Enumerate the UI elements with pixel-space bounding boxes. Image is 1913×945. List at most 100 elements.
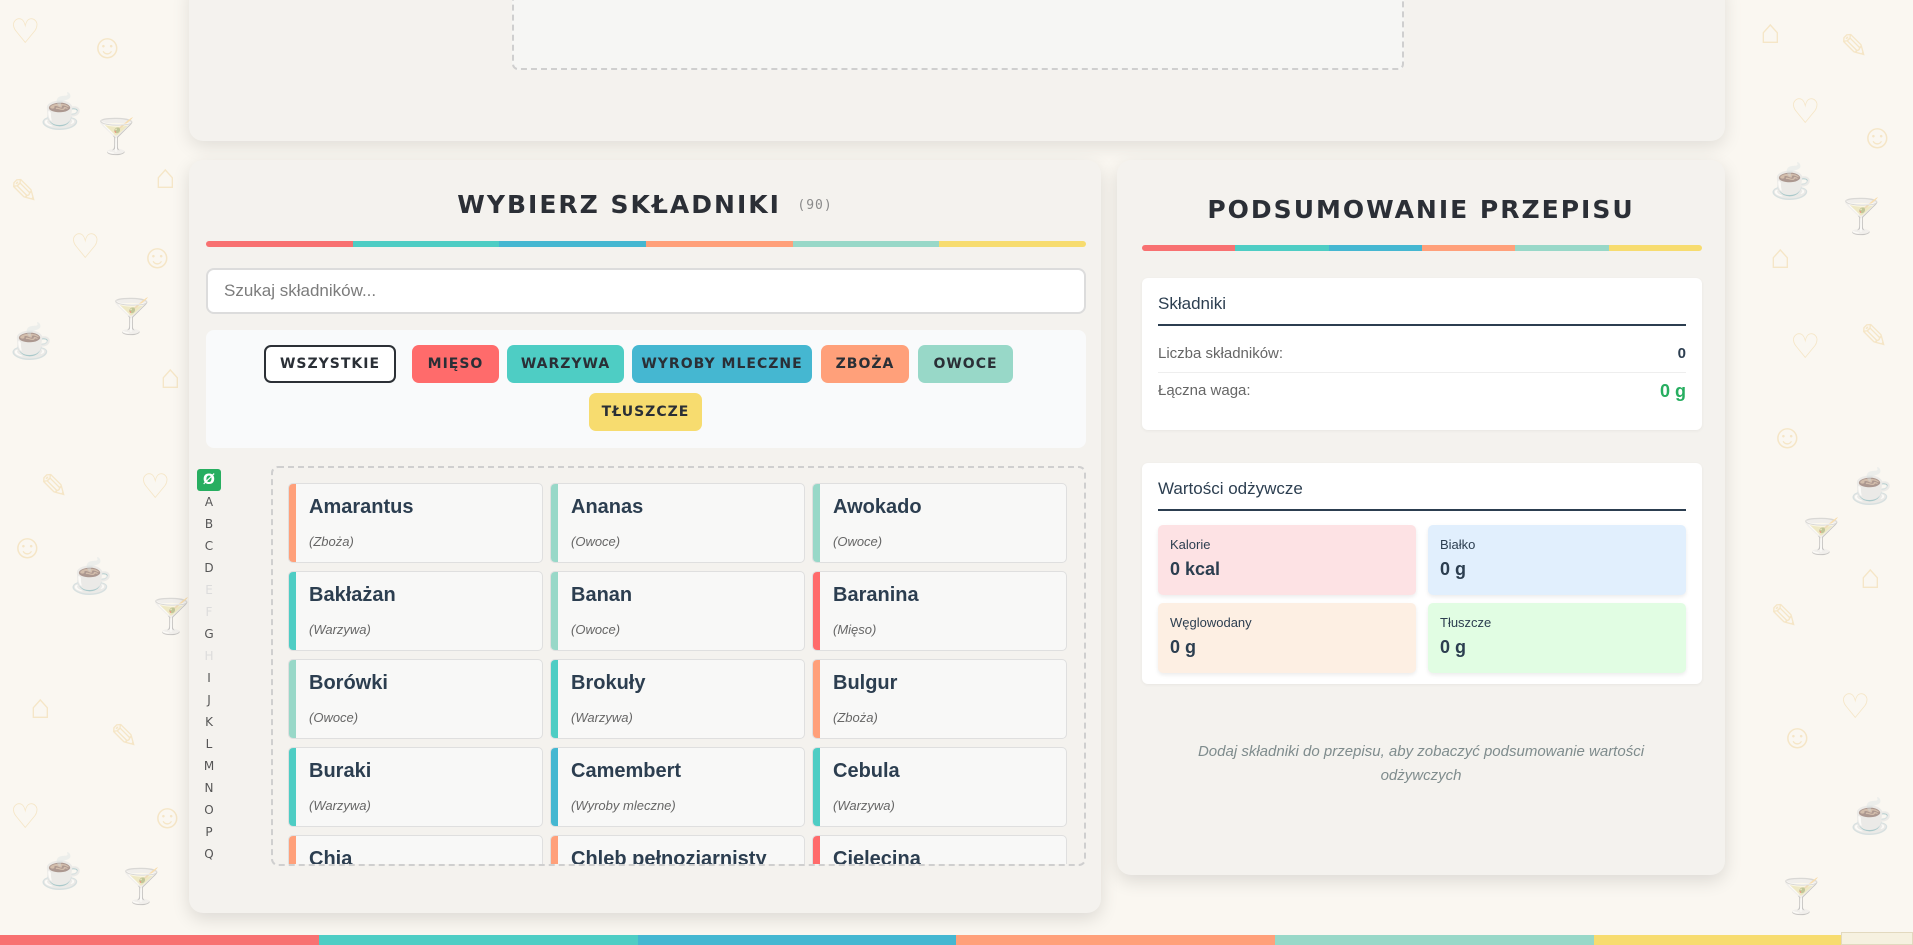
category-color-bar xyxy=(289,836,296,864)
letter-g[interactable]: G xyxy=(197,623,221,645)
utensils-icon: ✎ xyxy=(1860,318,1889,356)
letter-a[interactable]: A xyxy=(197,491,221,513)
ingredient-card[interactable]: Ananas (Owoce) xyxy=(550,483,805,563)
letter-l[interactable]: L xyxy=(197,733,221,755)
heart-icon: ♡ xyxy=(10,13,41,51)
stripe-segment xyxy=(956,935,1276,945)
chef-hat-icon: ⌂ xyxy=(1770,238,1791,276)
nutrient-label: Tłuszcze xyxy=(1440,615,1492,630)
ingredient-category: (Zboża) xyxy=(309,534,354,549)
cocktail-icon: 🍸 xyxy=(1780,878,1823,916)
ingredient-category: (Warzywa) xyxy=(309,622,371,637)
ingredient-category: (Warzywa) xyxy=(833,798,895,813)
filter-all-button[interactable]: WSZYSTKIE xyxy=(264,345,396,383)
chef-hat-icon: ⌂ xyxy=(160,358,181,396)
summary-title: PODSUMOWANIE PRZEPISU xyxy=(1207,195,1635,224)
ingredient-card[interactable]: Bulgur (Zboża) xyxy=(812,659,1067,739)
ingredient-name: Borówki xyxy=(309,672,388,694)
cocktail-icon: 🍸 xyxy=(120,868,163,906)
nutrition-section: Wartości odżywcze Kalorie 0 kcal Białko … xyxy=(1142,463,1702,684)
letter-p[interactable]: P xyxy=(197,821,221,843)
recipe-summary-panel: PODSUMOWANIE PRZEPISU Składniki Liczba s… xyxy=(1117,160,1725,875)
letter-k[interactable]: K xyxy=(197,711,221,733)
total-weight-label: Łączna waga: xyxy=(1158,382,1251,399)
letter-o[interactable]: O xyxy=(197,799,221,821)
letter-b[interactable]: B xyxy=(197,513,221,535)
stripe-segment xyxy=(206,241,353,247)
ingredient-card[interactable]: Baranina (Mięso) xyxy=(812,571,1067,651)
protein-box: Białko 0 g xyxy=(1428,525,1686,595)
teapot-icon: ☕ xyxy=(1770,163,1813,201)
category-color-bar xyxy=(813,484,820,562)
ingredient-card[interactable]: Buraki (Warzywa) xyxy=(288,747,543,827)
smiley-icon: ☺ xyxy=(1780,718,1815,756)
ingredient-name: Bakłażan xyxy=(309,584,396,606)
ingredient-count-row: Liczba składników: 0 xyxy=(1158,336,1686,373)
letter-c[interactable]: C xyxy=(197,535,221,557)
category-color-bar xyxy=(551,660,558,738)
ingredient-card[interactable]: Camembert (Wyroby mleczne) xyxy=(550,747,805,827)
ingredients-grid: Amarantus (Zboża) Ananas (Owoce) Awokado (Owo… xyxy=(271,466,1086,866)
stripe-segment xyxy=(1608,245,1702,251)
stripe-segment xyxy=(1515,245,1609,251)
ingredient-card[interactable]: Cebula (Warzywa) xyxy=(812,747,1067,827)
nutrient-value: 0 g xyxy=(1440,559,1467,579)
chef-hat-icon: ⌂ xyxy=(1760,13,1781,51)
ingredient-card[interactable]: Awokado (Owoce) xyxy=(812,483,1067,563)
stripe-segment xyxy=(1142,245,1236,251)
ingredient-card[interactable]: Brokuły (Warzywa) xyxy=(550,659,805,739)
ingredient-card[interactable]: Amarantus (Zboża) xyxy=(288,483,543,563)
filter-grains-button[interactable]: ZBOŻA xyxy=(821,345,909,383)
category-filters: WSZYSTKIE MIĘSO WARZYWA WYROBY MLECZNE Z… xyxy=(206,330,1086,448)
utensils-icon: ✎ xyxy=(1840,28,1869,66)
smiley-icon: ☺ xyxy=(1860,118,1895,156)
filter-dairy-button[interactable]: WYROBY MLECZNE xyxy=(632,345,812,383)
ingredient-search-input[interactable] xyxy=(206,268,1086,314)
letter-q[interactable]: Q xyxy=(197,843,221,865)
recipe-drop-zone[interactable] xyxy=(512,0,1404,70)
filter-fruits-button[interactable]: OWOCE xyxy=(918,345,1013,383)
letter-m[interactable]: M xyxy=(197,755,221,777)
filter-meat-button[interactable]: MIĘSO xyxy=(412,345,499,383)
nutrient-label: Białko xyxy=(1440,537,1476,552)
utensils-icon: ✎ xyxy=(10,173,39,211)
utensils-icon: ✎ xyxy=(40,468,69,506)
category-color-bar xyxy=(813,660,820,738)
ingredient-card[interactable]: Banan (Owoce) xyxy=(550,571,805,651)
letter-other[interactable]: Ø xyxy=(197,469,221,491)
cocktail-icon: 🍸 xyxy=(1840,198,1883,236)
ingredient-category: (Warzywa) xyxy=(309,798,371,813)
ingredient-category: (Zboża) xyxy=(833,710,878,725)
heart-icon: ♡ xyxy=(1790,328,1821,366)
corner-tab[interactable] xyxy=(1841,932,1913,945)
ingredient-card[interactable]: Cielęcina xyxy=(812,835,1067,866)
ingredient-name: Cielęcina xyxy=(833,848,921,866)
category-color-bar xyxy=(551,748,558,826)
stripe-segment xyxy=(1328,245,1422,251)
letter-j[interactable]: J xyxy=(197,689,221,711)
alphabet-nav: ØABCDEFGHIJKLMNOPQ xyxy=(197,469,221,865)
ingredient-name: Cebula xyxy=(833,760,900,782)
ingredient-name: Buraki xyxy=(309,760,372,782)
letter-h: H xyxy=(204,649,214,663)
chef-hat-icon: ⌂ xyxy=(155,158,176,196)
teapot-icon: ☕ xyxy=(1850,468,1893,506)
ingredient-name: Amarantus xyxy=(309,496,414,518)
ingredient-card[interactable]: Borówki (Owoce) xyxy=(288,659,543,739)
calories-box: Kalorie 0 kcal xyxy=(1158,525,1416,595)
total-weight-row: Łączna waga: 0 g xyxy=(1158,373,1686,409)
letter-d[interactable]: D xyxy=(197,557,221,579)
stripe-segment xyxy=(1421,245,1516,251)
filter-vegetables-button[interactable]: WARZYWA xyxy=(507,345,624,383)
ingredients-title: WYBIERZ SKŁADNIKI xyxy=(457,190,781,219)
stripe-segment xyxy=(939,241,1086,247)
ingredient-card[interactable]: Chleb pełnoziarnisty xyxy=(550,835,805,864)
letter-i[interactable]: I xyxy=(197,667,221,689)
filter-fats-button[interactable]: TŁUSZCZE xyxy=(589,393,702,431)
nutrient-value: 0 kcal xyxy=(1170,559,1221,579)
letter-n[interactable]: N xyxy=(197,777,221,799)
fat-box: Tłuszcze 0 g xyxy=(1428,603,1686,673)
ingredient-card[interactable]: Chia xyxy=(288,835,543,864)
ingredient-card[interactable]: Bakłażan (Warzywa) xyxy=(288,571,543,651)
category-color-bar xyxy=(813,572,820,650)
